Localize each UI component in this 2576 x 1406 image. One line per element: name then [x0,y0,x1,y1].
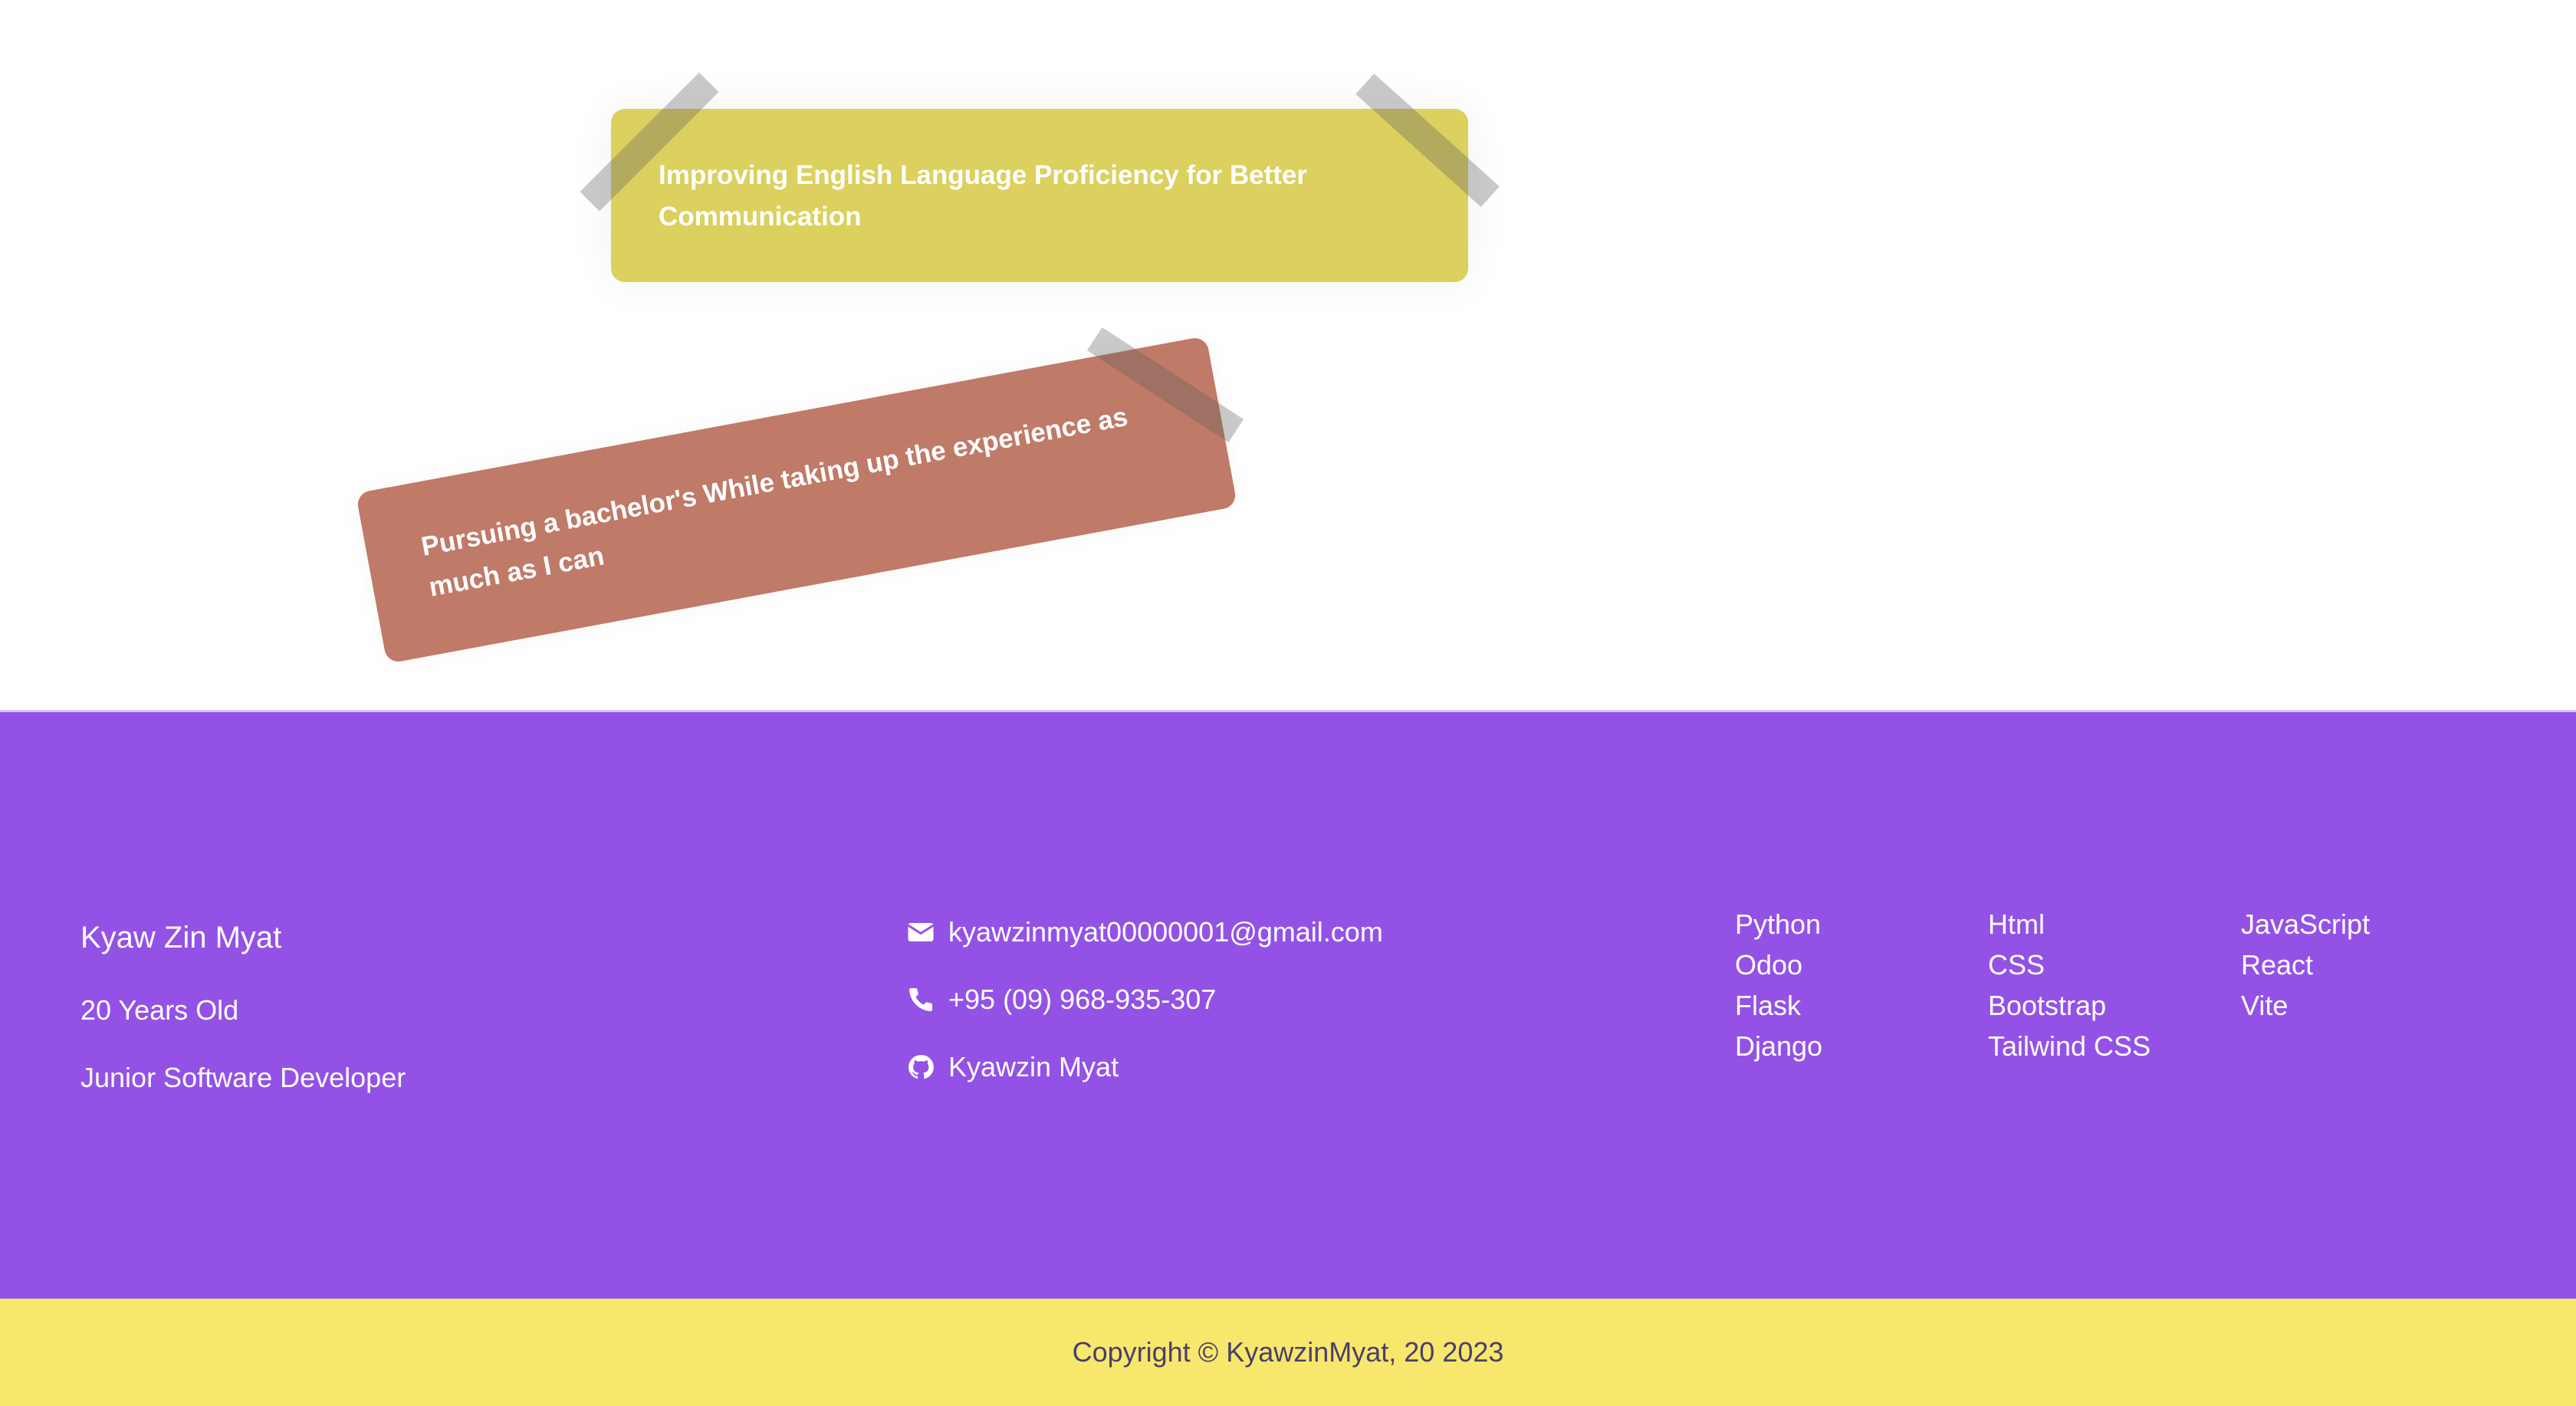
skills-column-2: Html CSS Bootstrap Tailwind CSS [1988,904,2241,1066]
skill-item: Vite [2241,990,2288,1021]
github-text: Kyawzin Myat [948,1051,1119,1082]
skill-item: Flask [1735,990,1802,1021]
skills-column-3: JavaScript React Vite [2241,904,2494,1066]
skill-item: Html [1988,908,2045,940]
goal-note-bachelor-text: Pursuing a bachelor's While taking up th… [419,401,1131,603]
email-link[interactable]: kyawzinmyat00000001@gmail.com [907,916,1383,948]
skill-item: CSS [1988,949,2045,981]
skill-item: React [2241,949,2314,981]
copyright-bar: Copyright © KyawzinMyat, 20 2023 [0,1299,2576,1406]
github-link[interactable]: Kyawzin Myat [907,1051,1119,1083]
phone-link[interactable]: +95 (09) 968-935-307 [907,984,1216,1016]
skill-item: JavaScript [2241,908,2371,940]
phone-icon [907,986,935,1013]
github-icon [907,1053,935,1081]
skill-item: Odoo [1735,949,1803,981]
footer-age: 20 Years Old [80,994,239,1026]
footer: Kyaw Zin Myat 20 Years Old Junior Softwa… [0,710,2576,1299]
phone-text: +95 (09) 968-935-307 [948,984,1217,1015]
goal-note-english-text: Improving English Language Proficiency f… [659,160,1307,232]
skill-item: Python [1735,908,1822,940]
skills-list: Python Odoo Flask Django Html CSS Bootst… [1735,904,2494,1066]
goal-note-bachelor: Pursuing a bachelor's While taking up th… [355,336,1238,664]
goals-section: Improving English Language Proficiency f… [0,0,2576,710]
email-text: kyawzinmyat00000001@gmail.com [948,916,1383,948]
envelope-icon [907,918,935,946]
skill-item: Bootstrap [1988,990,2107,1021]
footer-role: Junior Software Developer [80,1062,406,1093]
skill-item: Tailwind CSS [1988,1030,2151,1062]
skills-column-1: Python Odoo Flask Django [1735,904,1988,1066]
footer-name: Kyaw Zin Myat [80,921,282,954]
copyright-text: Copyright © KyawzinMyat, 20 2023 [1072,1336,1504,1368]
skill-item: Django [1735,1030,1823,1062]
goal-note-english: Improving English Language Proficiency f… [611,109,1468,282]
